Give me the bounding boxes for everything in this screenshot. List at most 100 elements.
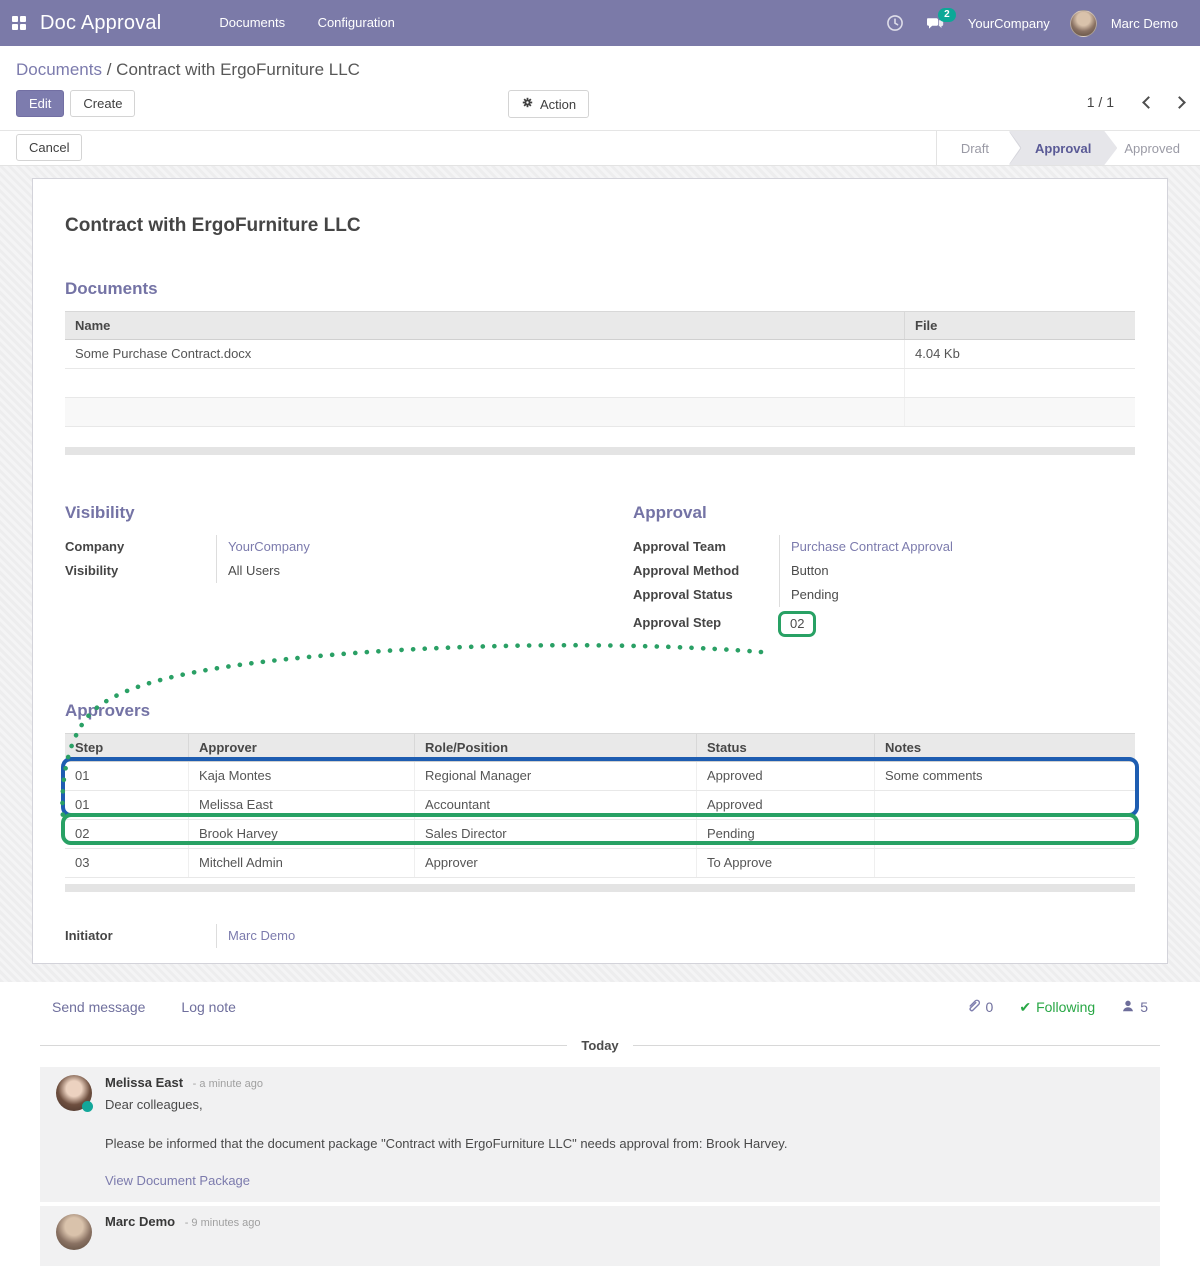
menu-configuration[interactable]: Configuration — [304, 0, 409, 46]
message-author-avatar[interactable] — [56, 1214, 92, 1250]
approvers-col-step[interactable]: Step — [65, 734, 189, 761]
approval-method-label: Approval Method — [633, 559, 779, 583]
message-author-avatar[interactable] — [56, 1075, 92, 1111]
check-icon: ✔ — [1019, 999, 1031, 1016]
send-message-button[interactable]: Send message — [52, 999, 145, 1015]
form-statusbar: Cancel Draft Approval Approved — [0, 131, 1200, 166]
approval-group: Approval Approval Team Purchase Contract… — [600, 503, 1135, 637]
approval-status-value: Pending — [779, 583, 1135, 607]
form-sheet: Contract with ErgoFurniture LLC Document… — [32, 178, 1168, 964]
approvers-col-notes[interactable]: Notes — [875, 734, 1135, 761]
approvers-section-heading: Approvers — [65, 701, 1135, 721]
approver-name: Melissa East — [189, 791, 415, 819]
approvers-col-status[interactable]: Status — [697, 734, 875, 761]
breadcrumb-separator: / — [107, 60, 116, 79]
visibility-heading: Visibility — [65, 503, 600, 523]
message-timestamp: - 9 minutes ago — [185, 1217, 261, 1229]
approver-notes — [875, 791, 1135, 819]
paperclip-icon — [966, 998, 981, 1016]
message-text: Dear colleagues, — [105, 1097, 1144, 1112]
message-author[interactable]: Marc Demo — [105, 1214, 175, 1229]
stage-approval[interactable]: Approval — [1009, 131, 1117, 165]
approver-notes — [875, 820, 1135, 848]
date-separator-label: Today — [567, 1038, 632, 1053]
pager-next-icon[interactable] — [1173, 96, 1186, 109]
document-name[interactable]: Some Purchase Contract.docx — [65, 340, 905, 368]
documents-section-heading: Documents — [65, 279, 1135, 299]
followers-count: 5 — [1140, 999, 1148, 1015]
approver-status: Approved — [697, 762, 875, 790]
stage-statusbar: Draft Approval Approved — [936, 131, 1200, 165]
approver-step: 01 — [65, 791, 189, 819]
company-label: Company — [65, 535, 216, 559]
menu-documents[interactable]: Documents — [205, 0, 299, 46]
breadcrumb-documents[interactable]: Documents — [16, 60, 102, 79]
pager: 1 / 1 — [1087, 94, 1184, 110]
approvers-table: Step Approver Role/Position Status Notes… — [65, 733, 1135, 878]
visibility-value: All Users — [216, 559, 600, 583]
date-separator: Today — [40, 1038, 1160, 1053]
edit-button[interactable]: Edit — [16, 90, 64, 117]
approval-method-value: Button — [779, 559, 1135, 583]
company-switcher[interactable]: YourCompany — [968, 16, 1050, 31]
cancel-button[interactable]: Cancel — [16, 134, 82, 161]
approver-role: Regional Manager — [415, 762, 697, 790]
stage-draft[interactable]: Draft — [941, 131, 1009, 165]
approval-team-label: Approval Team — [633, 535, 779, 559]
message-text: Please be informed that the document pac… — [105, 1136, 1144, 1151]
approvers-col-approver[interactable]: Approver — [189, 734, 415, 761]
online-status-dot — [82, 1101, 93, 1112]
chatter-message: Melissa East - a minute ago Dear colleag… — [40, 1067, 1160, 1202]
approvers-table-scrollbar[interactable] — [65, 884, 1135, 892]
approver-role: Approver — [415, 849, 697, 877]
following-button[interactable]: ✔ Following — [1019, 999, 1095, 1016]
form-view-background: Contract with ErgoFurniture LLC Document… — [0, 166, 1200, 982]
document-row-empty — [65, 369, 1135, 398]
pager-previous-icon[interactable] — [1142, 96, 1155, 109]
approver-row[interactable]: 03 Mitchell Admin Approver To Approve — [65, 849, 1135, 878]
breadcrumb: Documents / Contract with ErgoFurniture … — [0, 46, 1200, 80]
documents-col-file[interactable]: File — [905, 312, 1135, 339]
view-document-package-link[interactable]: View Document Package — [105, 1173, 250, 1188]
messages-count-badge: 2 — [938, 8, 956, 22]
action-button-label: Action — [540, 97, 576, 112]
visibility-label: Visibility — [65, 559, 216, 583]
control-panel: Documents / Contract with ErgoFurniture … — [0, 46, 1200, 131]
documents-table-scrollbar[interactable] — [65, 447, 1135, 455]
chatter-message: Marc Demo - 9 minutes ago — [40, 1206, 1160, 1266]
approver-notes — [875, 849, 1135, 877]
message-author[interactable]: Melissa East — [105, 1075, 183, 1090]
messages-icon[interactable]: 2 — [918, 6, 952, 40]
apps-menu-icon[interactable] — [12, 16, 26, 30]
record-title: Contract with ErgoFurniture LLC — [65, 215, 1135, 237]
approver-status: To Approve — [697, 849, 875, 877]
attachments-button[interactable]: 0 — [966, 998, 994, 1016]
create-button[interactable]: Create — [70, 90, 135, 117]
user-avatar[interactable] — [1070, 10, 1097, 37]
following-label: Following — [1036, 999, 1095, 1015]
approval-step-value-highlighted: 02 — [778, 611, 816, 637]
user-menu[interactable]: Marc Demo — [1111, 16, 1178, 31]
approvers-col-role[interactable]: Role/Position — [415, 734, 697, 761]
approval-step-label: Approval Step — [633, 611, 779, 637]
document-row[interactable]: Some Purchase Contract.docx 4.04 Kb — [65, 340, 1135, 369]
pager-count: 1 / 1 — [1087, 94, 1114, 110]
message-timestamp: - a minute ago — [193, 1078, 263, 1090]
company-value[interactable]: YourCompany — [216, 535, 600, 559]
activities-clock-icon[interactable] — [878, 6, 912, 40]
app-title[interactable]: Doc Approval — [40, 12, 161, 35]
followers-button[interactable]: 5 — [1121, 999, 1148, 1016]
approver-row[interactable]: 02 Brook Harvey Sales Director Pending — [65, 820, 1135, 849]
stage-approved[interactable]: Approved — [1104, 131, 1200, 165]
approval-step-field: 02 — [779, 611, 1135, 637]
action-button[interactable]: Action — [508, 90, 589, 118]
approval-heading: Approval — [633, 503, 1135, 523]
log-note-button[interactable]: Log note — [181, 999, 236, 1015]
approval-team-value[interactable]: Purchase Contract Approval — [779, 535, 1135, 559]
approver-row[interactable]: 01 Melissa East Accountant Approved — [65, 791, 1135, 820]
documents-col-name[interactable]: Name — [65, 312, 905, 339]
initiator-value[interactable]: Marc Demo — [216, 924, 600, 948]
approver-role: Sales Director — [415, 820, 697, 848]
initiator-group: Initiator Marc Demo — [65, 924, 600, 948]
approver-row[interactable]: 01 Kaja Montes Regional Manager Approved… — [65, 762, 1135, 791]
